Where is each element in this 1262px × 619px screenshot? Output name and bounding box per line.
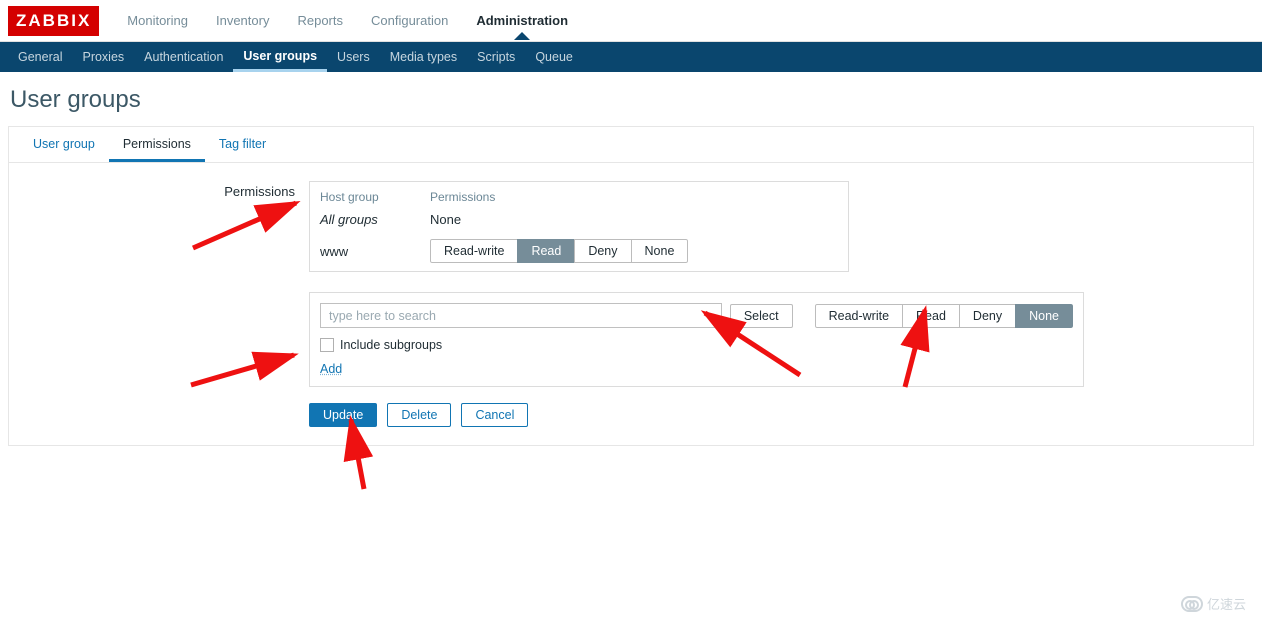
tab-user-group[interactable]: User group (19, 127, 109, 162)
col-host-group: Host group (320, 190, 430, 204)
subnav-user-groups[interactable]: User groups (233, 42, 327, 72)
search-input[interactable] (320, 303, 722, 328)
watermark-text: 亿速云 (1207, 594, 1246, 613)
seg-new-read[interactable]: Read (902, 304, 960, 328)
action-row: Update Delete Cancel (309, 403, 1089, 427)
main-panel: User group Permissions Tag filter Permis… (8, 126, 1254, 446)
permissions-label: Permissions (19, 181, 309, 427)
table-row: www Read-write Read Deny None (310, 235, 848, 271)
add-link[interactable]: Add (320, 362, 342, 376)
group-www: www (320, 244, 430, 259)
topnav-monitoring[interactable]: Monitoring (113, 2, 202, 39)
permissions-table-header: Host group Permissions (310, 182, 848, 208)
perm-segment-www: Read-write Read Deny None (430, 239, 688, 263)
subnav-scripts[interactable]: Scripts (467, 42, 525, 72)
seg-read-write[interactable]: Read-write (430, 239, 518, 263)
topnav-administration[interactable]: Administration (462, 2, 582, 39)
group-all: All groups (320, 212, 378, 227)
tab-permissions[interactable]: Permissions (109, 127, 205, 162)
tab-tag-filter[interactable]: Tag filter (205, 127, 280, 162)
subnav-users[interactable]: Users (327, 42, 380, 72)
sub-bar: General Proxies Authentication User grou… (0, 42, 1262, 72)
seg-new-deny[interactable]: Deny (959, 304, 1016, 328)
add-row-search: Select Read-write Read Deny None (320, 303, 1073, 328)
subnav-queue[interactable]: Queue (525, 42, 583, 72)
seg-deny[interactable]: Deny (574, 239, 631, 263)
cloud-icon (1181, 596, 1203, 612)
logo: ZABBIX (8, 6, 99, 36)
perm-segment-new: Read-write Read Deny None (815, 304, 1073, 328)
subnav-proxies[interactable]: Proxies (72, 42, 134, 72)
include-subgroups-label: Include subgroups (340, 338, 442, 352)
page-title: User groups (0, 72, 1262, 126)
add-row-checkbox: Include subgroups (320, 338, 1073, 352)
permissions-body: Host group Permissions All groups None w… (309, 181, 1089, 427)
seg-read[interactable]: Read (517, 239, 575, 263)
topnav-inventory[interactable]: Inventory (202, 2, 283, 39)
top-nav: Monitoring Inventory Reports Configurati… (113, 2, 582, 39)
col-permissions: Permissions (430, 190, 838, 204)
top-bar: ZABBIX Monitoring Inventory Reports Conf… (0, 0, 1262, 42)
subnav-authentication[interactable]: Authentication (134, 42, 233, 72)
include-subgroups-checkbox[interactable] (320, 338, 334, 352)
update-button[interactable]: Update (309, 403, 377, 427)
permissions-form: Permissions Host group Permissions All g… (9, 163, 1253, 445)
seg-new-none[interactable]: None (1015, 304, 1073, 328)
select-button[interactable]: Select (730, 304, 793, 328)
permissions-table: Host group Permissions All groups None w… (309, 181, 849, 272)
seg-none[interactable]: None (631, 239, 689, 263)
topnav-configuration[interactable]: Configuration (357, 2, 462, 39)
subnav-media-types[interactable]: Media types (380, 42, 467, 72)
watermark: 亿速云 (1181, 594, 1246, 613)
cancel-button[interactable]: Cancel (461, 403, 528, 427)
tabs: User group Permissions Tag filter (9, 127, 1253, 163)
perm-none-text: None (430, 212, 838, 227)
delete-button[interactable]: Delete (387, 403, 451, 427)
topnav-reports[interactable]: Reports (283, 2, 357, 39)
table-row: All groups None (310, 208, 848, 235)
add-block: Select Read-write Read Deny None Include… (309, 292, 1084, 387)
subnav-general[interactable]: General (8, 42, 72, 72)
seg-new-read-write[interactable]: Read-write (815, 304, 903, 328)
